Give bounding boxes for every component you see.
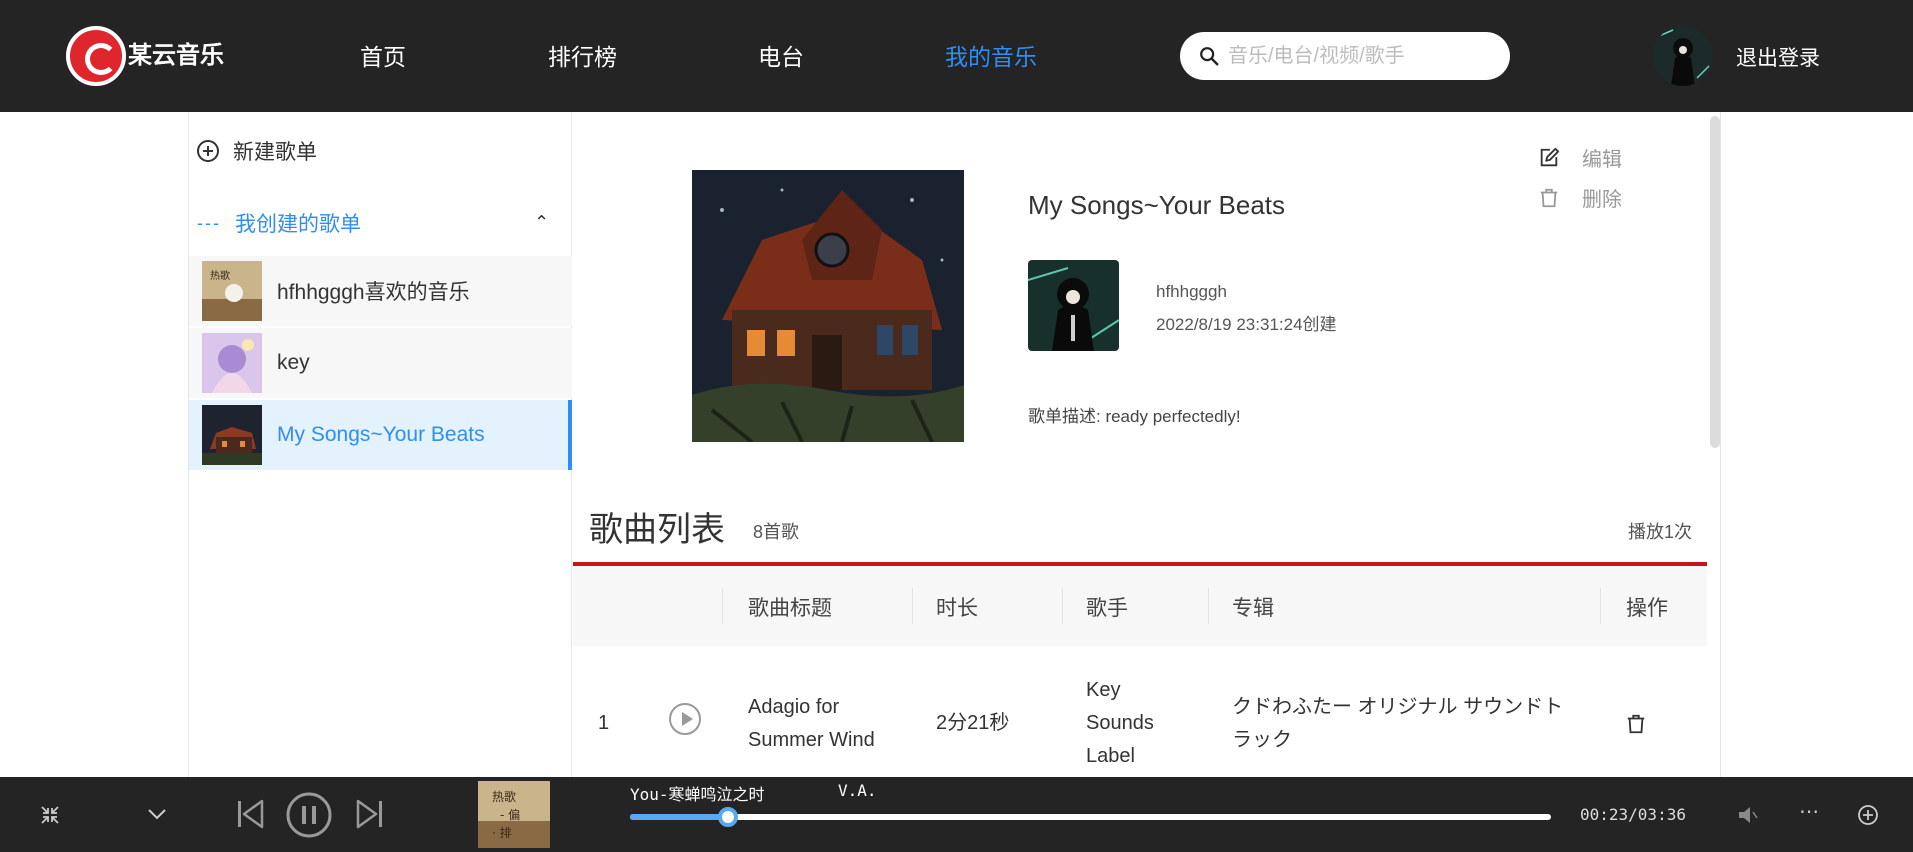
now-playing-title: You-寒蝉鸣泣之时 [630, 785, 765, 804]
trash-icon [1540, 188, 1558, 207]
chevron-up-icon: ⌄ [533, 211, 549, 231]
column-actions: 操作 [1626, 597, 1668, 620]
play-count: 播放1次 [1628, 522, 1693, 542]
sidebar-item-key[interactable]: key [189, 328, 572, 398]
song-album[interactable]: クドわふたー オリジナル サウンドトラック [1232, 691, 1582, 757]
delete-label: 删除 [1582, 189, 1622, 211]
plus-circle-icon [197, 140, 219, 162]
svg-text:热歌: 热歌 [492, 789, 516, 804]
created-date: 2022/8/19 23:31:24创建 [1156, 315, 1337, 334]
creator-name[interactable]: hfhhgggh [1156, 282, 1227, 302]
now-playing-artist: V.A. [838, 781, 877, 800]
column-album: 专辑 [1232, 597, 1274, 620]
column-divider [1062, 588, 1063, 624]
pause-icon[interactable] [286, 792, 332, 838]
sidebar-item-label: key [277, 351, 310, 374]
column-divider [912, 588, 913, 624]
song-artist[interactable]: Key Sounds Label [1086, 674, 1166, 773]
playlist-thumb: 热歌 [202, 261, 262, 321]
song-count: 8首歌 [753, 522, 800, 542]
song-duration: 2分21秒 [936, 712, 1010, 734]
column-title: 歌曲标题 [748, 597, 832, 620]
nav-my-music[interactable]: 我的音乐 [945, 38, 1037, 72]
column-divider [1208, 588, 1209, 624]
user-avatar[interactable] [1653, 26, 1713, 86]
next-track-icon[interactable] [356, 799, 384, 829]
playlist-description: 歌单描述: ready perfectedly! [1028, 407, 1241, 426]
edit-label: 编辑 [1582, 149, 1622, 171]
nav-radio[interactable]: 电台 [758, 38, 804, 72]
previous-track-icon[interactable] [236, 799, 264, 829]
column-artist: 歌手 [1086, 597, 1128, 620]
playlist-sidebar: 新建歌单 --- 我创建的歌单 ⌄ 热歌 hfhhgggh喜欢的音乐 key M… [188, 112, 572, 777]
songs-heading: 歌曲列表 [589, 511, 725, 549]
column-duration: 时长 [936, 597, 978, 620]
edit-icon [1540, 147, 1560, 166]
svg-text:热歌: 热歌 [210, 269, 230, 282]
song-table-header: 歌曲标题 时长 歌手 专辑 操作 [573, 566, 1707, 646]
play-song-button[interactable] [669, 703, 701, 735]
song-index: 1 [598, 712, 610, 734]
app-logo-text: 某云音乐 [128, 41, 224, 69]
my-playlists-group-toggle[interactable]: --- 我创建的歌单 ⌄ [197, 208, 557, 238]
playback-time: 00:23/03:36 [1580, 805, 1686, 824]
search-box[interactable] [1180, 32, 1510, 80]
new-playlist-label: 新建歌单 [233, 141, 317, 164]
column-divider [1600, 588, 1601, 624]
svg-text:· 排: · 排 [492, 826, 512, 840]
scrollbar-thumb[interactable] [1710, 116, 1720, 448]
delete-song-icon[interactable] [1625, 713, 1647, 735]
chevron-down-icon[interactable] [147, 807, 167, 821]
delete-playlist-button[interactable]: 删除 [1538, 183, 1622, 212]
nav-home[interactable]: 首页 [360, 38, 406, 72]
volume-icon[interactable] [1737, 804, 1759, 826]
search-icon [1200, 47, 1219, 66]
song-title[interactable]: Adagio for Summer Wind [748, 691, 898, 757]
progress-fill [630, 814, 728, 820]
search-input[interactable] [1228, 44, 1498, 68]
sidebar-item-label: hfhhgggh喜欢的音乐 [277, 281, 470, 304]
more-icon[interactable]: ⋯ [1799, 799, 1820, 824]
top-navigation-bar: 某云音乐 首页 排行榜 电台 我的音乐 退出登录 [0, 0, 1913, 112]
column-divider [722, 588, 723, 624]
playlist-detail: My Songs~Your Beats hfhhgggh 2022/8/19 2… [573, 112, 1721, 777]
progress-handle[interactable] [717, 807, 738, 827]
nav-charts[interactable]: 排行榜 [548, 38, 617, 72]
player-bar: 热歌 - 偏 · 排 You-寒蝉鸣泣之时 V.A. 00:23/03:36 ⋯ [0, 777, 1913, 852]
netease-logo-icon [66, 26, 126, 86]
playlist-cover [692, 170, 964, 442]
now-playing-cover[interactable]: 热歌 - 偏 · 排 [478, 781, 550, 848]
collapse-icon[interactable] [40, 805, 60, 825]
sidebar-item-label: My Songs~Your Beats [277, 423, 485, 446]
playlist-title: My Songs~Your Beats [1028, 190, 1286, 220]
dashes-icon: --- [197, 212, 221, 233]
app-logo[interactable]: 某云音乐 [66, 26, 224, 86]
sidebar-item-my-songs[interactable]: My Songs~Your Beats [189, 400, 572, 470]
playlist-thumb [202, 333, 262, 393]
creator-avatar[interactable] [1028, 260, 1119, 351]
sidebar-item-liked-music[interactable]: 热歌 hfhhgggh喜欢的音乐 [189, 256, 572, 326]
progress-bar[interactable] [630, 807, 1551, 827]
playlist-thumb [202, 405, 262, 465]
group-label: 我创建的歌单 [234, 213, 361, 236]
logout-link[interactable]: 退出登录 [1736, 42, 1820, 72]
svg-text:- 偏: - 偏 [500, 807, 520, 822]
add-to-playlist-icon[interactable] [1857, 804, 1879, 826]
new-playlist-button[interactable]: 新建歌单 [197, 136, 317, 166]
edit-playlist-button[interactable]: 编辑 [1538, 143, 1622, 172]
